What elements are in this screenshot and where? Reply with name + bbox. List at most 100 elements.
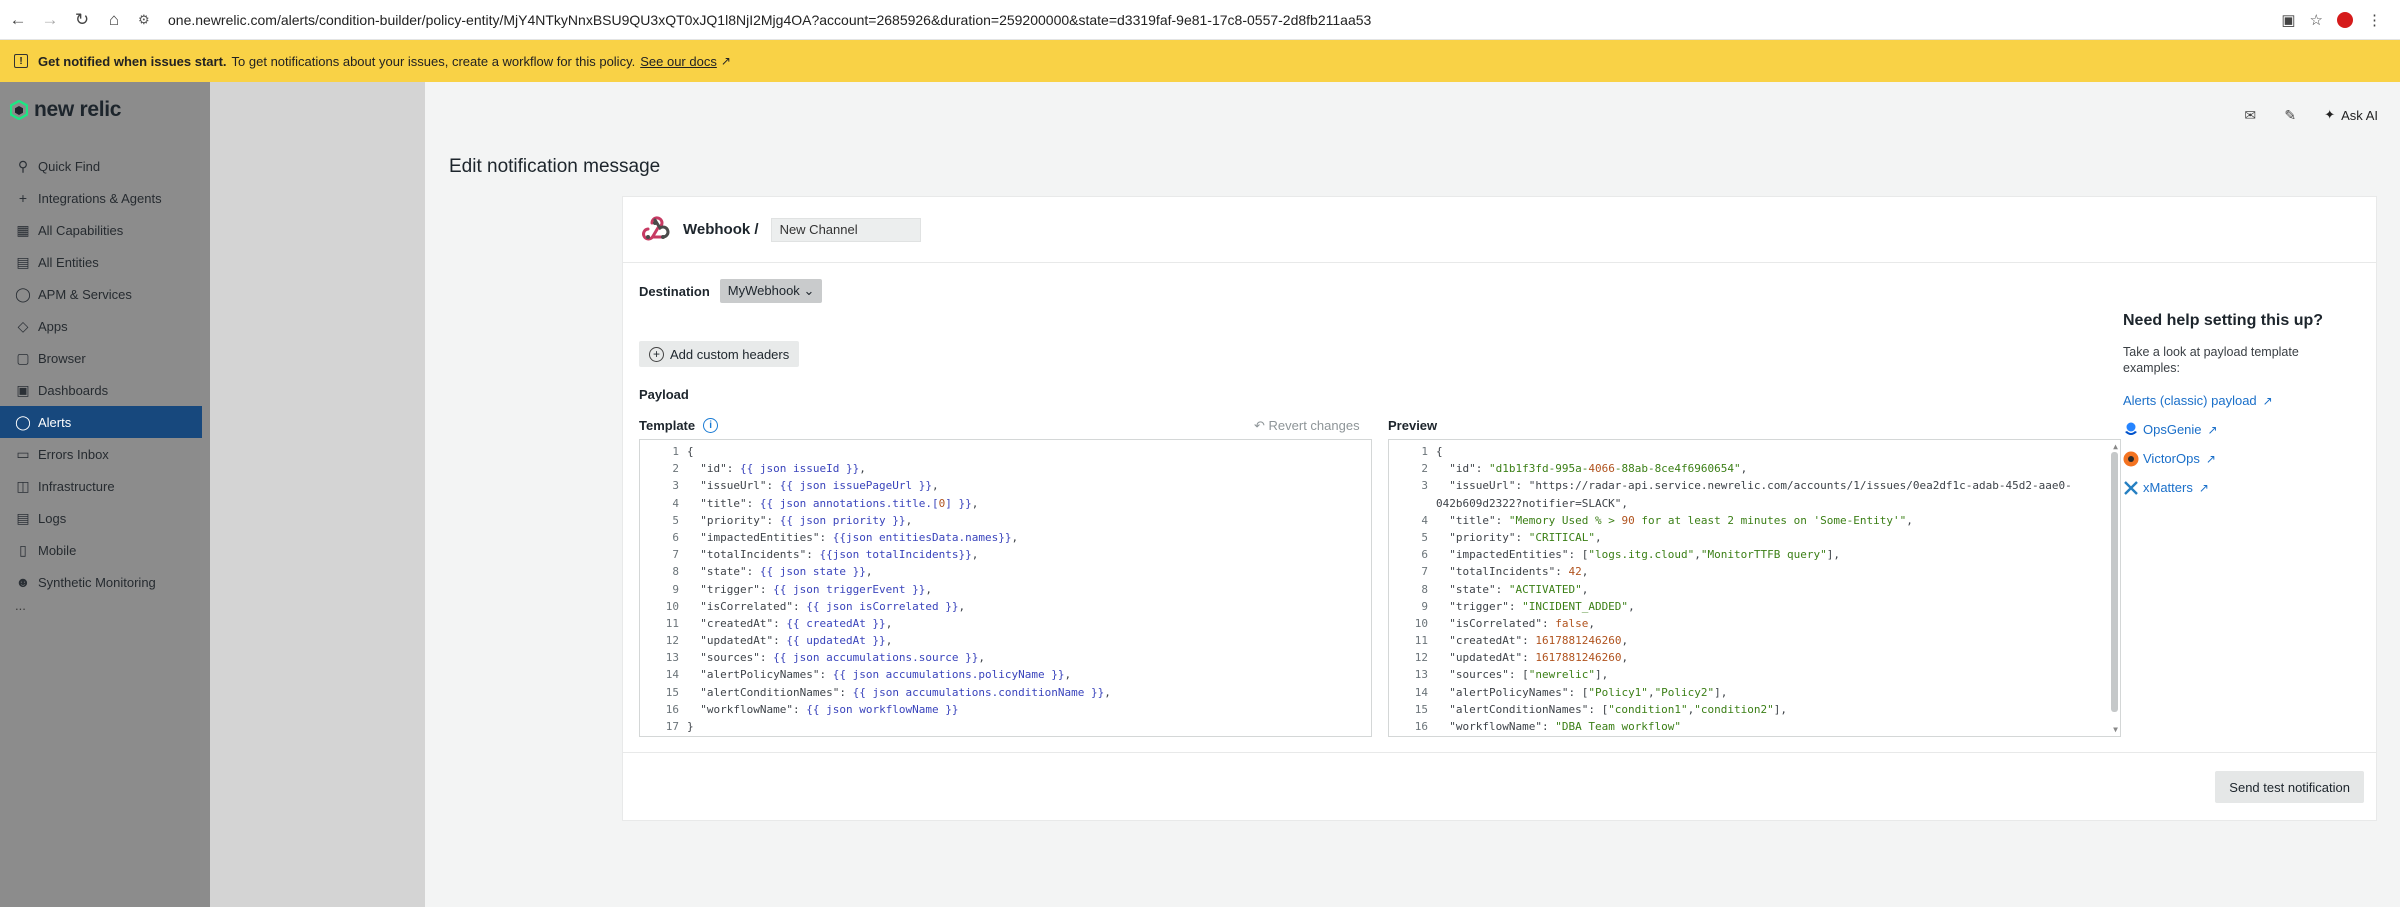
help-link-opsgenie[interactable]: OpsGenie ↗ xyxy=(2123,415,2353,444)
line-number: 8 xyxy=(1421,582,1428,596)
back-button[interactable]: ← xyxy=(4,6,32,34)
destination-select[interactable]: MyWebhook ⌄ xyxy=(719,279,823,303)
external-link-icon: ↗ xyxy=(720,54,731,68)
feedback-icon[interactable]: ✉ xyxy=(2236,102,2264,128)
preview-line: 3 "issueUrl": "https://radar-api.service… xyxy=(1389,477,2120,494)
logs-icon: ▤ xyxy=(16,509,30,526)
nav-item-label: Alerts xyxy=(38,414,72,430)
nav-item-integrations-agents[interactable]: + Integrations & Agents xyxy=(0,182,202,214)
nav-item-browser[interactable]: ▢ Browser xyxy=(0,342,202,374)
scrollbar[interactable] xyxy=(2111,452,2118,712)
nav-item-dashboards[interactable]: ▣ Dashboards xyxy=(0,374,202,406)
code-text: "impactedEntities": ["logs.itg.cloud","M… xyxy=(1436,548,1841,562)
site-settings-icon[interactable]: ⚙ xyxy=(138,12,160,28)
nav-item-infrastructure[interactable]: ◫ Infrastructure xyxy=(0,470,202,502)
line-number: 15 xyxy=(665,685,679,699)
nav-item-label: APM & Services xyxy=(38,286,132,302)
template-editor[interactable]: 1{2 "id": {{ json issueId }}, 3 "issueUrl… xyxy=(639,439,1372,737)
preview-line: 042b609d2322?notifier=SLACK", xyxy=(1389,495,2120,512)
template-line[interactable]: 3 "issueUrl": {{ json issuePageUrl }}, xyxy=(640,477,1371,494)
external-link-icon: ↗ xyxy=(2205,451,2216,466)
line-number: 16 xyxy=(1414,720,1428,733)
preview-line: 14 "alertPolicyNames": ["Policy1","Polic… xyxy=(1389,684,2120,701)
help-link-label: Alerts (classic) payload xyxy=(2123,393,2257,408)
scroll-up-arrow-icon[interactable]: ▲ xyxy=(2113,442,2118,451)
browser-icon: ▢ xyxy=(16,349,30,366)
template-line[interactable]: 2 "id": {{ json issueId }}, xyxy=(640,460,1371,477)
sparkle-icon: ✦ xyxy=(2324,107,2336,122)
template-line[interactable]: 5 "priority": {{ json priority }}, xyxy=(640,512,1371,529)
template-line[interactable]: 1{ xyxy=(640,443,1371,460)
see-docs-link[interactable]: See our docs xyxy=(640,54,717,69)
nav-item-logs[interactable]: ▤ Logs xyxy=(0,502,202,534)
scroll-down-arrow-icon[interactable]: ▼ xyxy=(2113,725,2118,734)
template-line[interactable]: 15 "alertConditionNames": {{ json accumu… xyxy=(640,684,1371,701)
template-line[interactable]: 7 "totalIncidents": {{json totalIncident… xyxy=(640,546,1371,563)
line-number: 7 xyxy=(1421,565,1428,579)
help-link-victorops[interactable]: VictorOps ↗ xyxy=(2123,444,2353,473)
nav-more[interactable]: ... xyxy=(0,598,202,616)
browser-menu-icon[interactable]: ⋮ xyxy=(2367,11,2382,29)
nav-item-synthetic-monitoring[interactable]: ☻ Synthetic Monitoring xyxy=(0,566,202,598)
line-number: 4 xyxy=(672,496,679,510)
template-line[interactable]: 17} xyxy=(640,718,1371,735)
template-line[interactable]: 8 "state": {{ json state }}, xyxy=(640,563,1371,580)
nav-item-label: Apps xyxy=(38,318,68,334)
template-line[interactable]: 14 "alertPolicyNames": {{ json accumulat… xyxy=(640,666,1371,683)
url-text[interactable]: one.newrelic.com/alerts/condition-builde… xyxy=(168,12,1371,28)
nav-item-all-capabilities[interactable]: ▦ All Capabilities xyxy=(0,214,202,246)
help-title: Need help setting this up? xyxy=(2123,312,2324,329)
nav-item-all-entities[interactable]: ▤ All Entities xyxy=(0,246,202,278)
line-number: 13 xyxy=(665,651,679,665)
preview-line: 8 "state": "ACTIVATED", xyxy=(1389,581,2120,598)
line-number: 2 xyxy=(1421,462,1428,476)
forward-button[interactable]: → xyxy=(36,6,64,34)
revert-changes-button[interactable]: ↶ Revert changes xyxy=(1254,418,1360,434)
logo-text: new relic xyxy=(34,98,122,121)
bookmark-star-icon[interactable]: ☆ xyxy=(2310,11,2323,29)
nav-item-quick-find[interactable]: ⚲ Quick Find xyxy=(0,150,202,182)
template-line[interactable]: 12 "updatedAt": {{ updatedAt }}, xyxy=(640,632,1371,649)
revert-icon: ↶ xyxy=(1254,418,1265,433)
payload-label: Payload xyxy=(639,387,689,402)
template-line[interactable]: 11 "createdAt": {{ createdAt }}, xyxy=(640,615,1371,632)
dashboard-icon: ▣ xyxy=(16,381,30,398)
extension-icon[interactable] xyxy=(2337,11,2353,28)
banner-title: Get notified when issues start. xyxy=(38,53,227,69)
home-button[interactable]: ⌂ xyxy=(100,6,128,34)
preview-line: 12 "updatedAt": 1617881246260, xyxy=(1389,649,2120,666)
external-link-icon: ↗ xyxy=(2262,393,2273,408)
send-test-notification-button[interactable]: Send test notification xyxy=(2215,771,2364,803)
template-line[interactable]: 16 "workflowName": {{ json workflowName … xyxy=(640,701,1371,718)
info-icon[interactable]: i xyxy=(703,418,719,433)
ask-ai-button[interactable]: ✦ Ask AI xyxy=(2316,102,2386,128)
template-line[interactable]: 10 "isCorrelated": {{ json isCorrelated … xyxy=(640,598,1371,615)
address-bar[interactable]: ⚙ one.newrelic.com/alerts/condition-buil… xyxy=(138,5,2281,35)
reload-button[interactable]: ↻ xyxy=(68,6,96,34)
template-line[interactable]: 13 "sources": {{ json accumulations.sour… xyxy=(640,649,1371,666)
inbox-icon: ▭ xyxy=(16,445,30,462)
search-icon: ⚲ xyxy=(17,157,29,174)
template-line[interactable]: 4 "title": {{ json annotations.title.[0]… xyxy=(640,495,1371,512)
template-line[interactable]: 6 "impactedEntities": {{json entitiesDat… xyxy=(640,529,1371,546)
channel-name-input[interactable]: New Channel xyxy=(770,217,921,242)
nav-item-label: All Entities xyxy=(38,254,99,270)
nav-item-apm-services[interactable]: ◯ APM & Services xyxy=(0,278,202,310)
nav-item-apps[interactable]: ◇ Apps xyxy=(0,310,202,342)
nav-item-errors-inbox[interactable]: ▭ Errors Inbox xyxy=(0,438,202,470)
nav-item-alerts[interactable]: ◯ Alerts xyxy=(0,406,202,438)
preview-line: 15 "alertConditionNames": ["condition1",… xyxy=(1389,701,2120,718)
nav-item-label: Infrastructure xyxy=(38,478,115,494)
nav-item-mobile[interactable]: ▯ Mobile xyxy=(0,534,202,566)
help-link-xmatters[interactable]: xMatters ↗ xyxy=(2123,473,2353,502)
line-number: 7 xyxy=(672,548,679,562)
help-link-alerts-classic-payload[interactable]: Alerts (classic) payload ↗ xyxy=(2123,386,2353,415)
add-custom-headers-button[interactable]: + Add custom headers xyxy=(639,341,800,367)
line-number: 14 xyxy=(665,668,679,682)
destination-value: MyWebhook xyxy=(727,283,800,298)
install-app-icon[interactable]: ▣ xyxy=(2281,11,2295,29)
new-relic-logo[interactable]: new relic xyxy=(10,98,121,122)
notes-icon[interactable]: ✎ xyxy=(2276,102,2304,128)
code-text: "updatedAt": {{ updatedAt }}, xyxy=(687,634,893,648)
template-line[interactable]: 9 "trigger": {{ json triggerEvent }}, xyxy=(640,581,1371,598)
